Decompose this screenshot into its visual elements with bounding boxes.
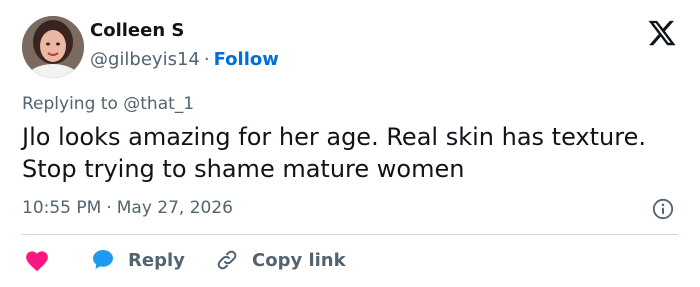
action-bar: Reply Copy link [22,245,678,275]
replying-to-mention[interactable]: @that_1 [123,94,194,114]
copy-link-label: Copy link [252,249,346,271]
avatar-image [22,16,84,78]
replying-to-prefix: Replying to [22,94,118,114]
info-icon[interactable] [652,198,674,220]
author-name[interactable]: Colleen S [90,20,184,41]
author-handle-row: @gilbeyis14 · Follow [90,49,279,70]
follow-button[interactable]: Follow [214,49,279,70]
copy-link-button[interactable]: Copy link [214,245,346,275]
tweet-text: Jlo looks amazing for her age. Real skin… [22,123,646,183]
avatar[interactable] [22,16,84,78]
handle-separator: · [203,49,210,70]
tweet-date[interactable]: May 27, 2026 [117,198,233,218]
speech-bubble-icon [93,250,113,269]
meta-separator: · [106,198,112,218]
like-button[interactable] [24,245,50,275]
replying-to: Replying to @that_1 [22,94,194,114]
reply-button[interactable]: Reply [90,245,185,275]
tweet-meta: 10:55 PM · May 27, 2026 [22,198,233,218]
reply-label: Reply [128,249,185,271]
heart-icon [26,251,48,272]
x-logo-icon[interactable] [646,18,678,48]
link-icon [217,250,237,270]
divider [22,234,678,235]
author-handle[interactable]: @gilbeyis14 [90,49,200,70]
tweet-time[interactable]: 10:55 PM [22,198,101,218]
